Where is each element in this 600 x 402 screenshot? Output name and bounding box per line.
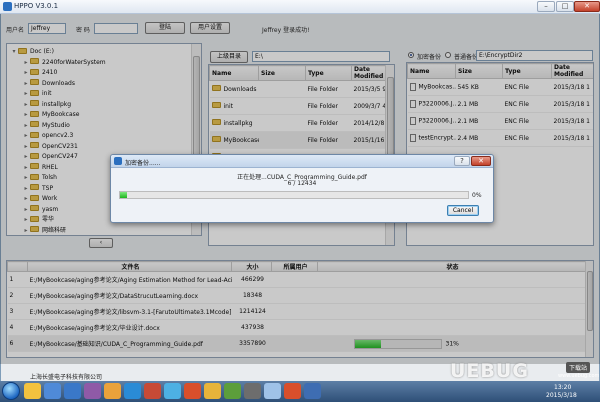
explorer-taskbar-icon[interactable] xyxy=(24,383,41,399)
dialog-title: 加密备份...... xyxy=(125,160,161,167)
dialog-app-icon xyxy=(114,157,122,165)
dialog-progress-bar xyxy=(119,191,469,199)
folder-taskbar-icon[interactable] xyxy=(204,383,221,399)
watermark: UEBUG 下载站 www.uebug.com xyxy=(450,360,600,382)
dialog-progress-percent: 0% xyxy=(472,192,482,199)
start-button[interactable] xyxy=(2,382,20,400)
title-bar[interactable]: HPPO V3.0.1 – □ ✕ xyxy=(0,0,600,14)
browser-taskbar-icon[interactable] xyxy=(104,383,121,399)
clock-date: 2015/3/18 xyxy=(546,392,577,399)
maximize-button[interactable]: □ xyxy=(556,1,574,12)
app-taskbar-icon[interactable] xyxy=(44,383,61,399)
close-button[interactable]: ✕ xyxy=(574,1,600,12)
network-taskbar-icon[interactable] xyxy=(304,383,321,399)
tool-taskbar-icon[interactable] xyxy=(244,383,261,399)
web-taskbar-icon[interactable] xyxy=(124,383,141,399)
dialog-help-button[interactable]: ? xyxy=(454,156,470,166)
ppt-taskbar-icon[interactable] xyxy=(284,383,301,399)
minimize-button[interactable]: – xyxy=(537,1,555,12)
word-taskbar-icon[interactable] xyxy=(64,383,81,399)
chat-taskbar-icon[interactable] xyxy=(144,383,161,399)
media-taskbar-icon[interactable] xyxy=(84,383,101,399)
dialog-progress-fill xyxy=(120,192,127,198)
watermark-url: www.uebug.com xyxy=(558,373,600,379)
clock-time: 13:20 xyxy=(554,384,572,391)
hppo-taskbar-icon[interactable] xyxy=(264,383,281,399)
excel-taskbar-icon[interactable] xyxy=(224,383,241,399)
window-title: HPPO V3.0.1 xyxy=(14,2,59,10)
dialog-title-bar[interactable]: 加密备份...... ? ✕ xyxy=(111,155,493,168)
ie-taskbar-icon[interactable] xyxy=(164,383,181,399)
app-icon xyxy=(3,2,12,11)
dialog-count: 6 / 12434 xyxy=(287,180,317,187)
watermark-sub: 下载站 xyxy=(566,362,591,373)
pdf-taskbar-icon[interactable] xyxy=(184,383,201,399)
dialog-close-button[interactable]: ✕ xyxy=(471,156,491,166)
encrypt-progress-dialog[interactable]: 加密备份...... ? ✕ 正在处理...CUDA_C_Programming… xyxy=(110,154,494,223)
company-name: 上海长盛电子科技有限公司 xyxy=(30,374,103,381)
watermark-text: UEBUG xyxy=(450,360,529,382)
dialog-cancel-button[interactable]: Cancel xyxy=(447,205,479,216)
